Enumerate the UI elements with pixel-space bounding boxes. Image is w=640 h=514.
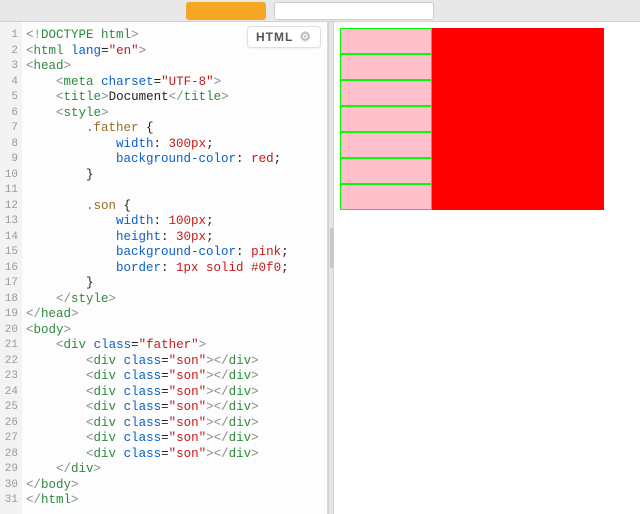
preview-son <box>340 80 432 106</box>
top-toolbar <box>0 0 640 22</box>
preview-son <box>340 54 432 80</box>
splitter-handle-icon <box>330 228 334 268</box>
active-tab[interactable] <box>186 2 266 20</box>
preview-son <box>340 184 432 210</box>
workspace: 1234567891011121314151617181920212223242… <box>0 22 640 514</box>
preview-panel <box>334 22 640 514</box>
preview-son <box>340 106 432 132</box>
language-label: HTML <box>256 30 293 44</box>
preview-son <box>340 158 432 184</box>
panel-splitter[interactable] <box>328 22 334 514</box>
code-editor-panel: 1234567891011121314151617181920212223242… <box>0 22 328 514</box>
line-number-gutter: 1234567891011121314151617181920212223242… <box>0 22 22 514</box>
code-editor[interactable]: <!DOCTYPE html><html lang="en"><head> <m… <box>22 22 327 514</box>
gear-icon[interactable]: ⚙ <box>299 29 312 45</box>
preview-son <box>340 28 432 54</box>
preview-son <box>340 132 432 158</box>
url-input[interactable] <box>274 2 434 20</box>
preview-father <box>340 28 604 210</box>
language-badge[interactable]: HTML ⚙ <box>247 26 321 48</box>
